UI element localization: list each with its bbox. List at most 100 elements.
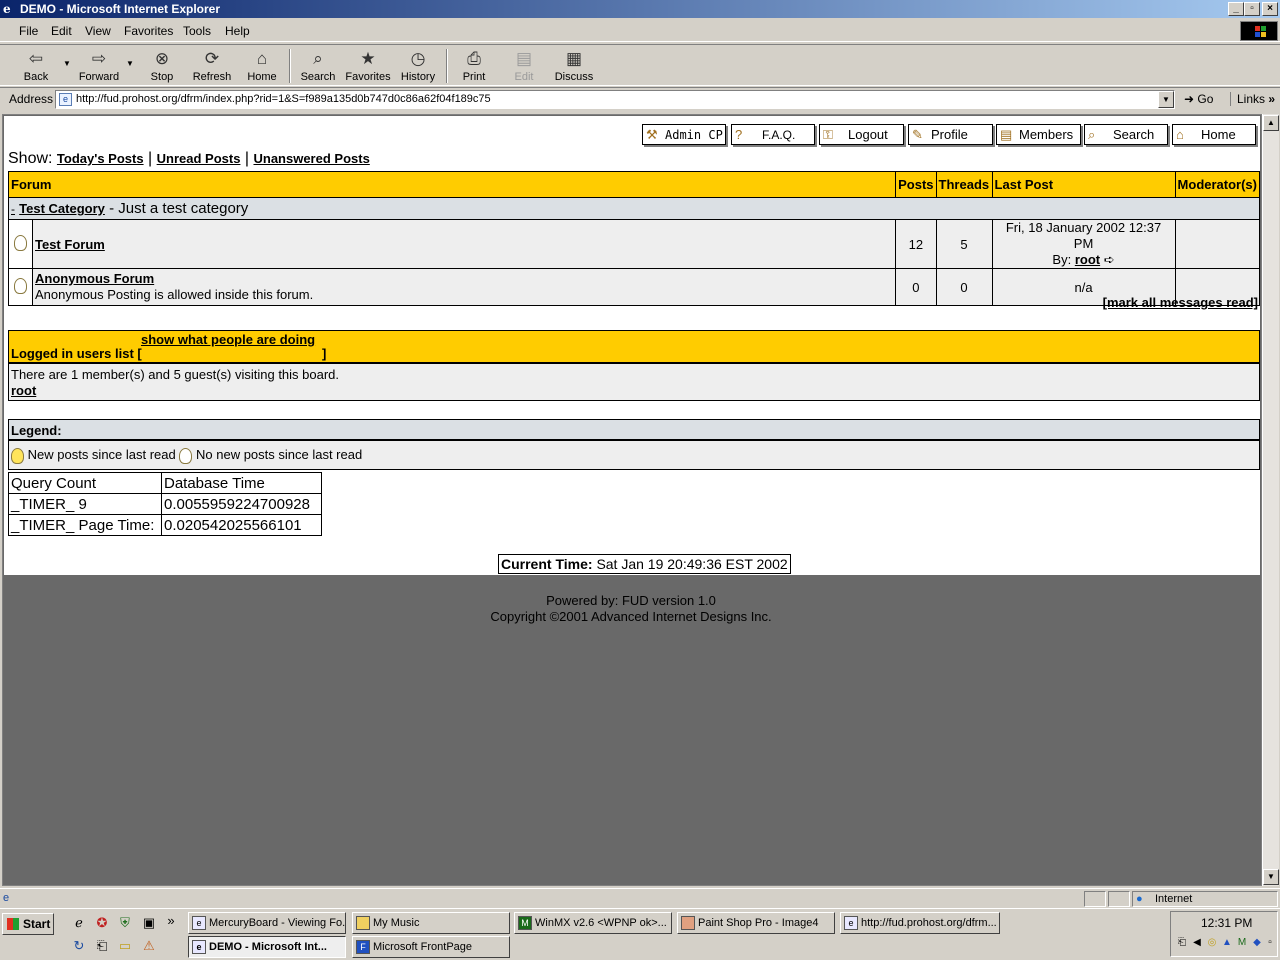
members-icon: ▤ bbox=[1000, 127, 1013, 142]
quicklaunch-refresh-icon[interactable]: ↻ bbox=[70, 937, 88, 955]
refresh-button[interactable]: ⟳ Refresh bbox=[186, 47, 238, 85]
logged-in-header: Logged in users list [ show what people … bbox=[8, 330, 1260, 363]
quicklaunch-tool-icon[interactable]: ⚠ bbox=[140, 937, 158, 955]
nav-admin-cp[interactable]: ⚒ Admin CP bbox=[642, 124, 726, 145]
tray-app-icon[interactable]: ◎ bbox=[1205, 936, 1219, 950]
address-dropdown-icon[interactable]: ▼ bbox=[1158, 91, 1174, 108]
no-new-posts-bulb-icon bbox=[14, 277, 27, 294]
tray-app-icon[interactable]: ▲ bbox=[1220, 936, 1234, 950]
quicklaunch-shield-icon[interactable]: ⛨ bbox=[116, 914, 134, 932]
table-row: _TIMER_ 9 0.0055959224700928 bbox=[8, 493, 322, 515]
minimize-button[interactable]: _ bbox=[1228, 2, 1244, 16]
close-button[interactable]: × bbox=[1262, 2, 1278, 16]
favorites-button[interactable]: ★ Favorites bbox=[342, 47, 394, 85]
online-user-link[interactable]: root bbox=[11, 383, 36, 398]
menu-file[interactable]: File bbox=[19, 24, 38, 38]
back-dropdown-icon[interactable]: ▼ bbox=[63, 59, 71, 68]
nav-profile[interactable]: ✎ Profile bbox=[908, 124, 993, 145]
forum-page: ⚒ Admin CP ? F.A.Q. ⚿ Logout ✎ Profile ▤ Memb… bbox=[4, 116, 1261, 575]
todays-posts-link[interactable]: Today's Posts bbox=[57, 151, 144, 166]
network-tray-icon[interactable]: ⎗ bbox=[1175, 936, 1189, 950]
tray-app-icon[interactable]: ◆ bbox=[1250, 936, 1264, 950]
winmx-tray-icon[interactable]: M bbox=[1235, 936, 1249, 950]
forward-dropdown-icon[interactable]: ▼ bbox=[126, 59, 134, 68]
nav-members[interactable]: ▤ Members bbox=[996, 124, 1081, 145]
edit-button[interactable]: ▤ Edit bbox=[498, 47, 550, 85]
table-row: Query Count Database Time bbox=[8, 472, 322, 494]
start-button[interactable]: Start bbox=[2, 913, 54, 935]
scroll-up-icon[interactable]: ▲ bbox=[1263, 115, 1279, 131]
history-button[interactable]: ◷ History bbox=[392, 47, 444, 85]
search-button[interactable]: ⌕ Search bbox=[292, 47, 344, 85]
chevron-right-icon: » bbox=[1268, 92, 1276, 106]
task-frontpage[interactable]: F Microsoft FrontPage bbox=[352, 936, 510, 958]
print-button[interactable]: ⎙ Print bbox=[448, 47, 500, 85]
forum-row: Test Forum 12 5 Fri, 18 January 2002 12:… bbox=[8, 219, 1261, 269]
nav-search[interactable]: ⌕ Search bbox=[1084, 124, 1168, 145]
clock[interactable]: 12:31 PM bbox=[1201, 916, 1252, 930]
unanswered-posts-link[interactable]: Unanswered Posts bbox=[253, 151, 369, 166]
menu-edit[interactable]: Edit bbox=[51, 24, 72, 38]
category-link[interactable]: Test Category bbox=[19, 201, 105, 216]
ie-icon: e bbox=[844, 916, 858, 930]
go-to-post-icon[interactable]: ➪ bbox=[1104, 252, 1115, 267]
go-button[interactable]: ➜ Go bbox=[1184, 92, 1213, 106]
taskbar: Start ℯ ✪ ⛨ ▣ » ↻ ⎗ ▭ ⚠ e MercuryBoard - … bbox=[0, 908, 1280, 960]
forward-button[interactable]: ⇨ Forward bbox=[73, 47, 125, 85]
forum-threads: 0 bbox=[935, 268, 993, 306]
nav-home[interactable]: ⌂ Home bbox=[1172, 124, 1256, 145]
forward-arrow-icon: ⇨ bbox=[91, 49, 107, 68]
menu-help[interactable]: Help bbox=[225, 24, 250, 38]
forum-link[interactable]: Anonymous Forum bbox=[35, 271, 154, 286]
no-new-posts-bulb-icon bbox=[14, 234, 27, 251]
volume-tray-icon[interactable]: ◀ bbox=[1190, 936, 1204, 950]
menu-tools[interactable]: Tools bbox=[183, 24, 211, 38]
vertical-scrollbar[interactable]: ▲ ▼ bbox=[1262, 114, 1279, 886]
new-posts-bulb-icon bbox=[11, 447, 24, 464]
refresh-icon: ⟳ bbox=[204, 49, 220, 68]
last-post-author-link[interactable]: root bbox=[1075, 252, 1100, 267]
task-winmx[interactable]: M WinMX v2.6 <WPNP ok>... bbox=[514, 912, 672, 934]
show-activity-link[interactable]: show what people are doing bbox=[141, 332, 315, 347]
tray-app-icon[interactable]: ▫ bbox=[1263, 936, 1277, 950]
windows-flag-icon bbox=[7, 918, 19, 930]
back-button[interactable]: ⇦ Back bbox=[10, 47, 62, 85]
discuss-button[interactable]: ▦ Discuss bbox=[548, 47, 600, 85]
browser-window: e DEMO - Microsoft Internet Explorer _ ▫… bbox=[0, 0, 1280, 908]
quicklaunch-network-icon[interactable]: ⎗ bbox=[93, 937, 111, 955]
quicklaunch-app-icon[interactable]: ✪ bbox=[93, 914, 111, 932]
menu-favorites[interactable]: Favorites bbox=[124, 24, 173, 38]
maximize-button[interactable]: ▫ bbox=[1244, 2, 1260, 16]
links-button[interactable]: Links » bbox=[1230, 92, 1275, 106]
menu-view[interactable]: View bbox=[85, 24, 111, 38]
address-input[interactable]: e http://fud.prohost.org/dfrm/index.php?… bbox=[55, 90, 1175, 109]
address-label: Address bbox=[9, 92, 54, 106]
quicklaunch-desktop-icon[interactable]: ▣ bbox=[140, 914, 158, 932]
task-paint-shop-pro[interactable]: Paint Shop Pro - Image4 bbox=[677, 912, 835, 934]
page-viewport: ⚒ Admin CP ? F.A.Q. ⚿ Logout ✎ Profile ▤ Memb… bbox=[2, 114, 1262, 886]
window-title: DEMO - Microsoft Internet Explorer bbox=[20, 2, 221, 16]
ie-logo-icon: e bbox=[3, 2, 11, 16]
task-demo-ie[interactable]: e DEMO - Microsoft Int... bbox=[188, 936, 346, 958]
task-my-music[interactable]: My Music bbox=[352, 912, 510, 934]
nav-faq[interactable]: ? F.A.Q. bbox=[731, 124, 815, 145]
address-url: http://fud.prohost.org/dfrm/index.php?ri… bbox=[76, 93, 491, 105]
task-fud-url[interactable]: e http://fud.prohost.org/dfrm... bbox=[840, 912, 1000, 934]
quicklaunch-ie-icon[interactable]: ℯ bbox=[70, 914, 88, 932]
category-toggle[interactable]: - bbox=[11, 202, 15, 216]
quicklaunch-folder-icon[interactable]: ▭ bbox=[116, 937, 134, 955]
forum-link[interactable]: Test Forum bbox=[35, 237, 105, 252]
nav-logout[interactable]: ⚿ Logout bbox=[819, 124, 904, 145]
legend-header: Legend: bbox=[8, 419, 1260, 440]
unread-posts-link[interactable]: Unread Posts bbox=[157, 151, 241, 166]
stop-button[interactable]: ⊗ Stop bbox=[136, 47, 188, 85]
favorites-icon: ★ bbox=[360, 49, 376, 68]
home-icon: ⌂ bbox=[1176, 127, 1184, 142]
scroll-down-icon[interactable]: ▼ bbox=[1263, 869, 1279, 885]
mark-all-read-link[interactable]: [mark all messages read] bbox=[1103, 295, 1258, 310]
task-mercuryboard[interactable]: e MercuryBoard - Viewing Fo... bbox=[188, 912, 346, 934]
col-last-post: Last Post bbox=[991, 171, 1176, 198]
quicklaunch-more-icon[interactable]: » bbox=[162, 912, 180, 930]
forum-nav: ⚒ Admin CP ? F.A.Q. ⚿ Logout ✎ Profile ▤ Memb… bbox=[4, 124, 1260, 146]
home-button[interactable]: ⌂ Home bbox=[236, 47, 288, 85]
